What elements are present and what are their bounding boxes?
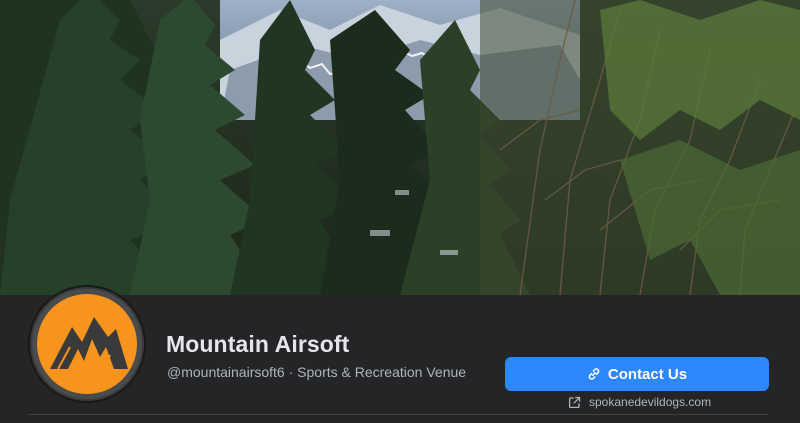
page-title: Mountain Airsoft [166,331,350,357]
mountain-logo-icon [32,289,142,399]
website-link[interactable]: spokanedevildogs.com [568,395,711,409]
page-handle[interactable]: @mountainairsoft6 [167,364,285,380]
website-url: spokanedevildogs.com [589,395,712,409]
profile-avatar[interactable] [30,287,144,401]
external-link-icon [568,396,581,409]
meta-separator: · [288,364,294,380]
page-category[interactable]: Sports & Recreation Venue [297,364,466,380]
contact-us-label: Contact Us [607,365,688,383]
link-icon [587,367,601,381]
cover-photo-image [0,0,800,295]
header-divider [28,414,768,415]
cover-photo[interactable] [0,0,800,295]
page-subtitle: @mountainairsoft6 · Sports & Recreation … [167,364,466,380]
contact-us-button[interactable]: Contact Us [505,357,769,391]
